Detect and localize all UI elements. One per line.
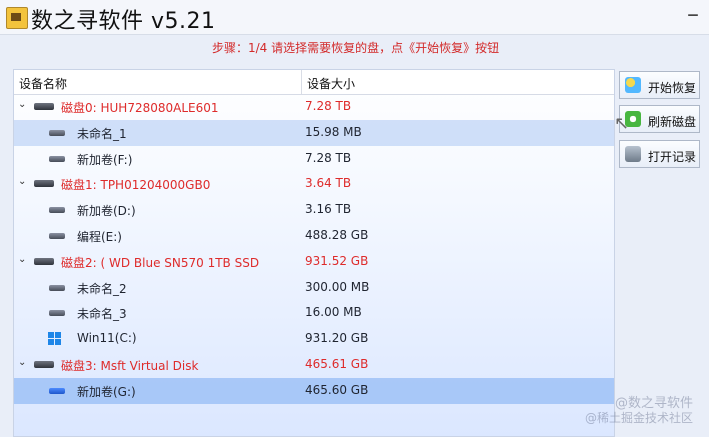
device-name: 磁盘2: ( WD Blue SN570 1TB SSD [61, 255, 260, 270]
volume-row[interactable]: 新加卷(F:) 7.28 TB [14, 146, 614, 172]
start-recovery-label: 开始恢复 [648, 81, 697, 95]
refresh-disk-label: 刷新磁盘 [648, 115, 697, 129]
device-name: 未命名_3 [77, 307, 127, 322]
expand-chevron-icon[interactable]: ⌄ [18, 176, 26, 187]
volume-row[interactable]: Win11(C:) 931.20 GB [14, 326, 614, 352]
device-size: 3.64 TB [305, 176, 352, 191]
volume-row[interactable]: 未命名_2 300.00 MB [14, 275, 614, 301]
device-size: 465.60 GB [305, 382, 369, 397]
window-titlebar: 数之寻软件 v5.21 – [0, 0, 709, 35]
expand-chevron-icon[interactable]: ⌄ [18, 357, 26, 368]
minimize-icon[interactable]: – [687, 2, 699, 26]
device-name: 未命名_2 [77, 281, 127, 296]
device-name: 新加卷(D:) [77, 204, 136, 219]
open-record-button[interactable]: 打开记录 [619, 140, 700, 168]
volume-icon [49, 129, 65, 136]
watermark-line1: @数之寻软件 [614, 396, 693, 411]
disk-row[interactable]: ⌄ 磁盘1: TPH01204000GB0 3.64 TB [14, 171, 614, 197]
refresh-disk-button[interactable]: 刷新磁盘 [619, 105, 700, 133]
device-size: 300.00 MB [305, 279, 370, 294]
watermark-line2: @稀土掘金技术社区 [584, 411, 693, 425]
volume-icon [49, 284, 65, 291]
expand-chevron-icon[interactable]: ⌄ [18, 254, 26, 265]
disk-row[interactable]: ⌄ 磁盘3: Msft Virtual Disk 465.61 GB [14, 352, 614, 378]
column-device-name: 设备名称 [19, 77, 68, 91]
windows-icon [48, 332, 61, 346]
watermark: @数之寻软件 @稀土掘金技术社区 [584, 396, 693, 426]
volume-row[interactable]: 编程(E:) 488.28 GB [14, 223, 614, 249]
column-device-size: 设备大小 [307, 77, 356, 91]
volume-icon [49, 387, 65, 394]
device-name: 磁盘0: HUH728080ALE601 [61, 101, 219, 115]
disk-row[interactable]: ⌄ 磁盘2: ( WD Blue SN570 1TB SSD 931.52 GB [14, 249, 614, 275]
device-name: 未命名_1 [77, 126, 127, 141]
column-divider [301, 70, 302, 94]
volume-icon [49, 155, 65, 162]
device-size: 15.98 MB [305, 124, 362, 139]
camera-icon [625, 146, 641, 162]
window-title: 数之寻软件 v5.21 [31, 9, 216, 34]
expand-chevron-icon[interactable]: ⌄ [18, 99, 26, 110]
recovery-icon [625, 77, 641, 93]
volume-row[interactable]: 未命名_1 15.98 MB [14, 119, 614, 146]
device-size: 7.28 TB [305, 99, 352, 113]
volume-row[interactable]: 新加卷(G:) 465.60 GB [14, 377, 614, 404]
disk-icon [34, 103, 54, 110]
tree-header: 设备名称 设备大小 [14, 70, 614, 95]
device-size: 931.20 GB [305, 331, 369, 346]
start-recovery-button[interactable]: 开始恢复 [619, 71, 700, 99]
volume-icon [49, 207, 65, 214]
step-instruction: 步骤：1/4 请选择需要恢复的盘，点《开始恢复》按钮 [212, 41, 500, 55]
device-size: 3.16 TB [305, 202, 352, 217]
device-name: 磁盘1: TPH01204000GB0 [61, 178, 211, 193]
device-name: 新加卷(F:) [77, 152, 133, 167]
device-size: 7.28 TB [305, 150, 352, 165]
device-size: 465.61 GB [305, 356, 369, 371]
app-logo-icon [6, 7, 28, 29]
device-tree[interactable]: 设备名称 设备大小 ⌄ 磁盘0: HUH728080ALE601 7.28 TB 未命… [13, 69, 615, 437]
device-name: 编程(E:) [77, 229, 122, 244]
disk-icon [34, 257, 54, 265]
open-record-label: 打开记录 [648, 150, 697, 164]
disk-icon [34, 360, 54, 368]
device-size: 16.00 MB [305, 305, 362, 320]
disk-row[interactable]: ⌄ 磁盘0: HUH728080ALE601 7.28 TB [14, 94, 614, 120]
volume-row[interactable]: 未命名_3 16.00 MB [14, 300, 614, 326]
volume-icon [49, 310, 65, 317]
device-name: Win11(C:) [77, 331, 137, 346]
device-size: 931.52 GB [305, 253, 369, 268]
volume-icon [49, 232, 65, 239]
device-size: 488.28 GB [305, 227, 369, 242]
mouse-cursor-icon: ↖ [614, 113, 630, 134]
tree-rows: ⌄ 磁盘0: HUH728080ALE601 7.28 TB 未命名_1 15.98 M… [14, 94, 614, 404]
volume-row[interactable]: 新加卷(D:) 3.16 TB [14, 197, 614, 223]
device-name: 新加卷(G:) [77, 384, 136, 399]
disk-icon [34, 180, 54, 188]
device-name: 磁盘3: Msft Virtual Disk [61, 358, 199, 373]
